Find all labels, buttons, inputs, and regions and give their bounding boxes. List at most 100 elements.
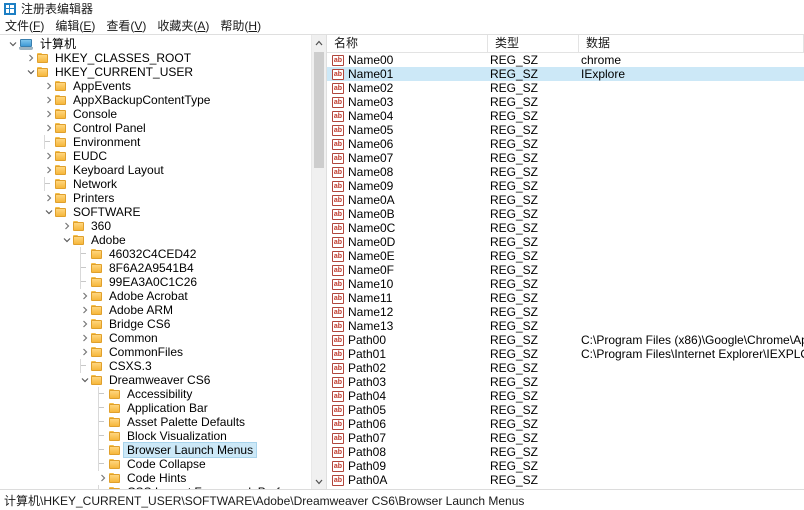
chevron-right-icon[interactable] (42, 107, 55, 121)
chevron-right-icon[interactable] (24, 51, 37, 65)
tree-node[interactable]: EUDC (0, 149, 312, 163)
tree-node[interactable]: AppEvents (0, 79, 312, 93)
chevron-right-icon[interactable] (78, 331, 91, 345)
table-row[interactable]: ab Name06 REG_SZ (327, 137, 804, 151)
table-row[interactable]: ab Path00 REG_SZ C:\Program Files (x86)\Goo… (327, 333, 804, 347)
menu-item-5[interactable]: 帮助(H) (220, 19, 268, 33)
menu-item-2[interactable]: 编辑(E) (55, 19, 102, 33)
table-row[interactable]: ab Path04 REG_SZ (327, 389, 804, 403)
tree-node[interactable]: Network (0, 177, 312, 191)
chevron-right-icon[interactable] (78, 345, 91, 359)
tree-node[interactable]: HKEY_CLASSES_ROOT (0, 51, 312, 65)
table-row[interactable]: ab Path09 REG_SZ (327, 459, 804, 473)
chevron-right-icon[interactable] (96, 471, 109, 485)
tree-node[interactable]: 46032C4CED42 (0, 247, 312, 261)
folder-icon (55, 193, 66, 203)
tree-node[interactable]: Console (0, 107, 312, 121)
menu-item-4[interactable]: 收藏夹(A) (157, 19, 216, 33)
table-row[interactable]: ab Name0E REG_SZ (327, 249, 804, 263)
tree-node[interactable]: Control Panel (0, 121, 312, 135)
table-row[interactable]: ab Path06 REG_SZ (327, 417, 804, 431)
table-row[interactable]: ab Name12 REG_SZ (327, 305, 804, 319)
table-row[interactable]: ab Name0C REG_SZ (327, 221, 804, 235)
tree-node[interactable]: AppXBackupContentType (0, 93, 312, 107)
tree-node[interactable]: 99EA3A0C1C26 (0, 275, 312, 289)
tree-node[interactable]: 360 (0, 219, 312, 233)
column-header-type[interactable]: 类型 (488, 35, 579, 52)
tree-node[interactable]: Code Hints (0, 471, 312, 485)
table-row[interactable]: ab Name13 REG_SZ (327, 319, 804, 333)
menu-item-1[interactable]: 文件(F) (5, 19, 51, 33)
tree-node[interactable]: Keyboard Layout (0, 163, 312, 177)
table-row[interactable]: ab Name04 REG_SZ (327, 109, 804, 123)
scroll-up-arrow-icon[interactable] (312, 35, 326, 50)
chevron-down-icon[interactable] (60, 233, 73, 247)
table-row[interactable]: ab Path08 REG_SZ (327, 445, 804, 459)
chevron-right-icon[interactable] (42, 149, 55, 163)
tree-node[interactable]: CSXS.3 (0, 359, 312, 373)
chevron-down-icon[interactable] (42, 205, 55, 219)
tree-node[interactable]: Adobe (0, 233, 312, 247)
chevron-right-icon[interactable] (42, 191, 55, 205)
tree-node[interactable]: Code Collapse (0, 457, 312, 471)
tree-vertical-scrollbar[interactable] (311, 35, 326, 489)
chevron-right-icon[interactable] (60, 219, 73, 233)
table-row[interactable]: ab Path01 REG_SZ C:\Program Files\Internet … (327, 347, 804, 361)
tree-node-selected[interactable]: Browser Launch Menus (0, 442, 312, 458)
column-header-name[interactable]: 名称 (327, 35, 488, 52)
chevron-down-icon[interactable] (78, 373, 91, 387)
tree-node[interactable]: Common (0, 331, 312, 345)
table-row[interactable]: ab Name00 REG_SZ chrome (327, 53, 804, 67)
tree-node[interactable]: 8F6A2A9541B4 (0, 261, 312, 275)
tree-node[interactable]: Asset Palette Defaults (0, 415, 312, 429)
tree-node[interactable]: Environment (0, 135, 312, 149)
table-row[interactable]: ab Name0A REG_SZ (327, 193, 804, 207)
table-row[interactable]: ab Name11 REG_SZ (327, 291, 804, 305)
table-row[interactable]: ab Name02 REG_SZ (327, 81, 804, 95)
table-row[interactable]: ab Name07 REG_SZ (327, 151, 804, 165)
scroll-down-arrow-icon[interactable] (312, 474, 326, 489)
tree-node[interactable]: CSS Layout Framework Preferences (0, 485, 312, 489)
chevron-right-icon[interactable] (42, 93, 55, 107)
menu-item-3[interactable]: 查看(V) (106, 19, 153, 33)
column-header-data[interactable]: 数据 (579, 35, 804, 52)
tree-node[interactable]: CommonFiles (0, 345, 312, 359)
table-row[interactable]: ab Path07 REG_SZ (327, 431, 804, 445)
chevron-down-icon[interactable] (6, 37, 19, 51)
chevron-right-icon[interactable] (42, 121, 55, 135)
tree-node[interactable]: Adobe ARM (0, 303, 312, 317)
chevron-right-icon[interactable] (78, 303, 91, 317)
registry-key-tree[interactable]: 计算机 HKEY_CLASSES_ROOT HKEY_CURRENT_USER App… (0, 35, 312, 489)
tree-node[interactable]: Adobe Acrobat (0, 289, 312, 303)
tree-node[interactable]: HKEY_CURRENT_USER (0, 65, 312, 79)
table-row[interactable]: ab Name05 REG_SZ (327, 123, 804, 137)
chevron-right-icon[interactable] (42, 79, 55, 93)
chevron-right-icon[interactable] (42, 163, 55, 177)
chevron-down-icon[interactable] (24, 65, 37, 79)
table-row[interactable]: ab Name03 REG_SZ (327, 95, 804, 109)
values-list[interactable]: ab Name00 REG_SZ chrome ab Name01 REG_SZ IExplo… (327, 53, 804, 489)
tree-node[interactable]: Block Visualization (0, 429, 312, 443)
table-row[interactable]: ab Name10 REG_SZ (327, 277, 804, 291)
table-row[interactable]: ab Name0F REG_SZ (327, 263, 804, 277)
tree-node[interactable]: Printers (0, 191, 312, 205)
tree-node[interactable]: Application Bar (0, 401, 312, 415)
table-row[interactable]: ab Name08 REG_SZ (327, 165, 804, 179)
table-row[interactable]: ab Name0B REG_SZ (327, 207, 804, 221)
tree-scrollbar-thumb[interactable] (314, 52, 324, 168)
table-row[interactable]: ab Path0BREG_SZ (327, 487, 804, 489)
table-row[interactable]: ab Path02 REG_SZ (327, 361, 804, 375)
table-row[interactable]: ab Path05 REG_SZ (327, 403, 804, 417)
tree-node[interactable]: Accessibility (0, 387, 312, 401)
table-row[interactable]: ab Name0D REG_SZ (327, 235, 804, 249)
tree-node[interactable]: 计算机 (0, 37, 312, 51)
chevron-right-icon[interactable] (78, 317, 91, 331)
tree-node[interactable]: SOFTWARE (0, 205, 312, 219)
tree-node[interactable]: Dreamweaver CS6 (0, 373, 312, 387)
tree-node[interactable]: Bridge CS6 (0, 317, 312, 331)
chevron-right-icon[interactable] (78, 289, 91, 303)
table-row[interactable]: ab Path0A REG_SZ (327, 473, 804, 487)
table-row-selected[interactable]: ab Name01 REG_SZ IExplore (327, 67, 804, 81)
table-row[interactable]: ab Name09 REG_SZ (327, 179, 804, 193)
table-row[interactable]: ab Path03 REG_SZ (327, 375, 804, 389)
